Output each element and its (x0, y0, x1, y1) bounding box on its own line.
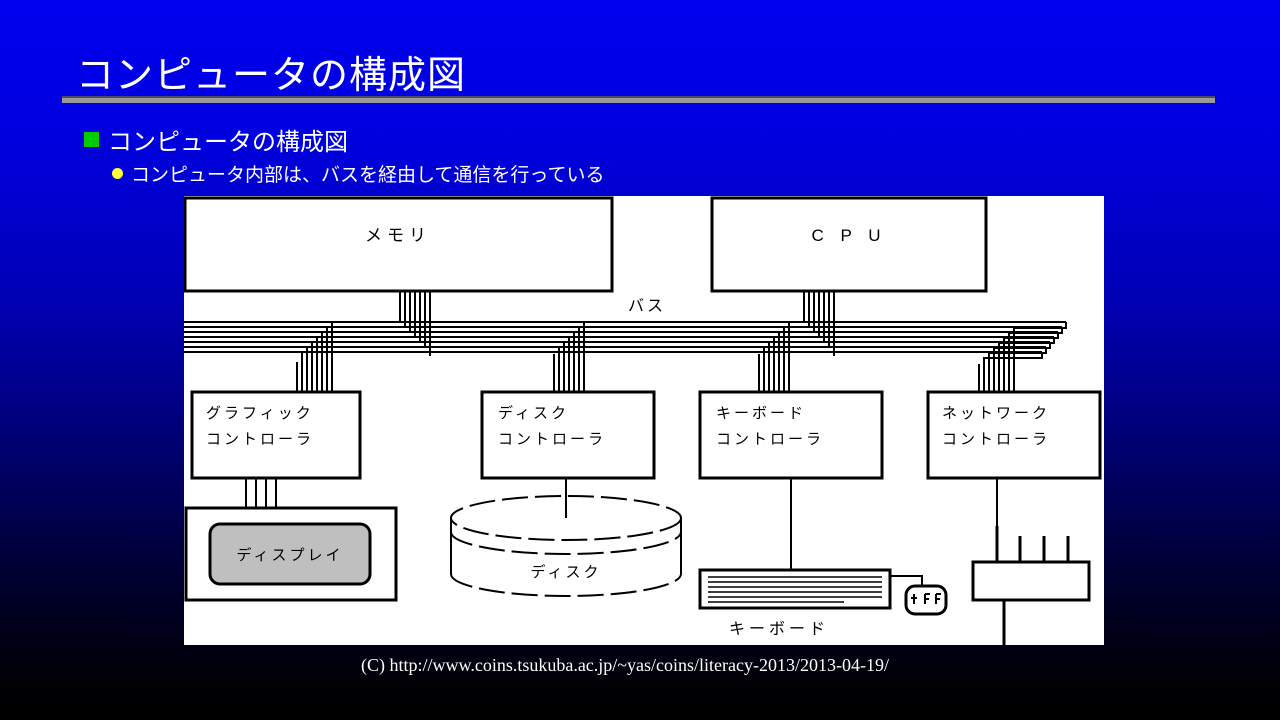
network-hub-device (971, 526, 1091, 645)
disk-controller-label-line1: ディスク (498, 404, 569, 422)
cpu-label: C P U (811, 226, 886, 245)
display-cable (245, 478, 277, 508)
graphic-controller-box: グラフィック コントローラ (190, 390, 362, 480)
source-credit: (C) http://www.coins.tsukuba.ac.jp/~yas/… (361, 655, 889, 675)
bus-label: バス (628, 298, 666, 315)
disk-label: ディスク (531, 563, 602, 581)
keyboard-device (698, 568, 892, 610)
keyboard-controller-box: キーボード コントローラ (698, 390, 884, 480)
bus-branch-graphic (184, 321, 333, 392)
diagram-canvas: メモリ C P U バス グラフィック コントローラ ディスク コントローラ キ… (184, 196, 1102, 645)
disc-bullet-icon (112, 168, 123, 179)
bullet-item-2: コンピュータ内部は、バスを経由して通信を行っている (112, 160, 604, 187)
square-bullet-icon (84, 132, 99, 147)
page-title: コンピュータの構成図 (76, 55, 467, 97)
keyboard-label: キーボード (729, 620, 829, 638)
network-controller-box: ネットワーク コントローラ (926, 390, 1102, 480)
cpu-box: C P U (710, 196, 988, 293)
bullet-item-1: コンピュータの構成図 (84, 122, 348, 157)
title-divider (62, 96, 1215, 103)
bullet-item-1-label: コンピュータの構成図 (108, 129, 348, 156)
graphic-controller-label-line2: コントローラ (206, 431, 314, 448)
keyboard-controller-label-line1: キーボード (716, 405, 806, 422)
disk-controller-label-line2: コントローラ (498, 431, 606, 448)
network-controller-label-line1: ネットワーク (942, 405, 1050, 422)
memory-label: メモリ (365, 226, 431, 245)
bullet-item-2-label: コンピュータ内部は、バスを経由して通信を行っている (131, 165, 605, 186)
graphic-controller-label-line1: グラフィック (206, 405, 314, 422)
display-label: ディスプレイ (237, 546, 344, 564)
hub-uplinks (995, 526, 1070, 562)
keyboard-controller-label-line2: コントローラ (716, 431, 824, 448)
mouse-device (890, 575, 948, 616)
disk-controller-box: ディスク コントローラ (480, 390, 656, 480)
memory-box: メモリ (184, 196, 614, 293)
display-device: ディスプレイ (184, 506, 398, 602)
network-controller-label-line2: コントローラ (942, 431, 1050, 448)
computer-architecture-diagram: メモリ C P U バス グラフィック コントローラ ディスク コントローラ キ… (184, 196, 1104, 645)
